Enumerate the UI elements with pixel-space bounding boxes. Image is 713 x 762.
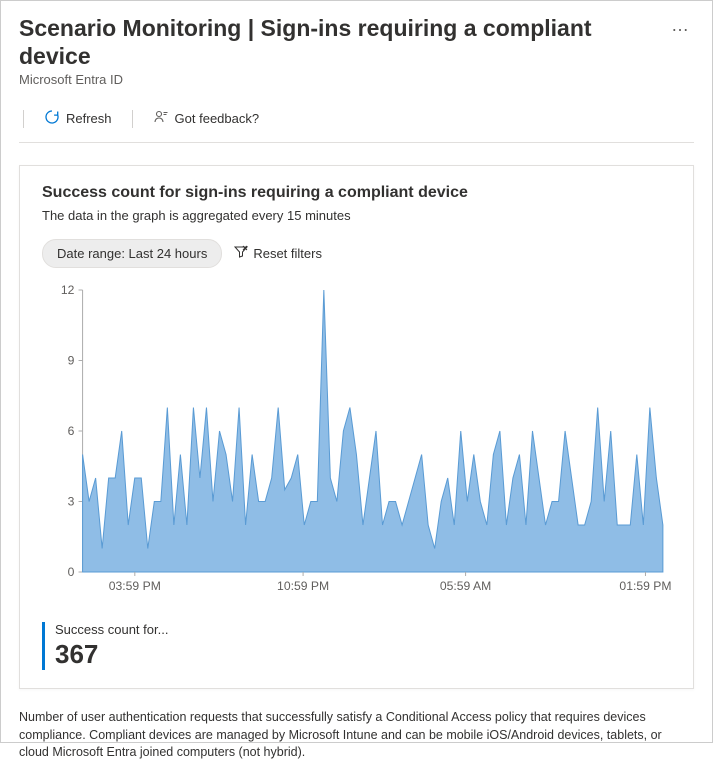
svg-text:10:59 PM: 10:59 PM	[277, 579, 329, 593]
reset-filters-button[interactable]: Reset filters	[234, 245, 322, 262]
svg-text:05:59 AM: 05:59 AM	[440, 579, 491, 593]
refresh-button[interactable]: Refresh	[34, 105, 122, 132]
svg-text:6: 6	[68, 424, 75, 438]
kpi-label: Success count for...	[55, 622, 671, 637]
chart-card: Success count for sign-ins requiring a c…	[19, 165, 694, 689]
filters-row: Date range: Last 24 hours Reset filters	[42, 239, 671, 268]
svg-text:03:59 PM: 03:59 PM	[109, 579, 161, 593]
card-title: Success count for sign-ins requiring a c…	[42, 184, 671, 202]
footnote-text: Number of user authentication requests t…	[19, 709, 694, 762]
refresh-icon	[44, 109, 60, 128]
svg-text:0: 0	[68, 565, 75, 579]
page-subtitle: Microsoft Entra ID	[19, 72, 667, 87]
toolbar-separator	[132, 110, 133, 128]
page-title: Scenario Monitoring | Sign-ins requiring…	[19, 15, 667, 70]
kpi-block: Success count for... 367	[42, 622, 671, 670]
chart-area: 0 3 6 9 12 03:59 PM 10:59 PM 05:59 AM 01:59 PM	[42, 282, 671, 602]
svg-text:01:59 PM: 01:59 PM	[619, 579, 671, 593]
svg-text:9: 9	[68, 354, 75, 368]
date-range-pill[interactable]: Date range: Last 24 hours	[42, 239, 222, 268]
reset-filters-label: Reset filters	[253, 246, 322, 261]
svg-text:12: 12	[61, 283, 75, 297]
card-subtitle: The data in the graph is aggregated ever…	[42, 208, 671, 223]
more-icon[interactable]: …	[667, 15, 694, 36]
svg-text:3: 3	[68, 495, 75, 509]
area-chart: 0 3 6 9 12 03:59 PM 10:59 PM 05:59 AM 01:59 PM	[42, 282, 671, 602]
feedback-button[interactable]: Got feedback?	[143, 105, 270, 132]
toolbar-separator	[23, 110, 24, 128]
toolbar: Refresh Got feedback?	[19, 105, 694, 143]
feedback-label: Got feedback?	[175, 111, 260, 126]
filter-icon	[234, 245, 248, 262]
refresh-label: Refresh	[66, 111, 112, 126]
feedback-icon	[153, 109, 169, 128]
kpi-value: 367	[55, 639, 671, 670]
